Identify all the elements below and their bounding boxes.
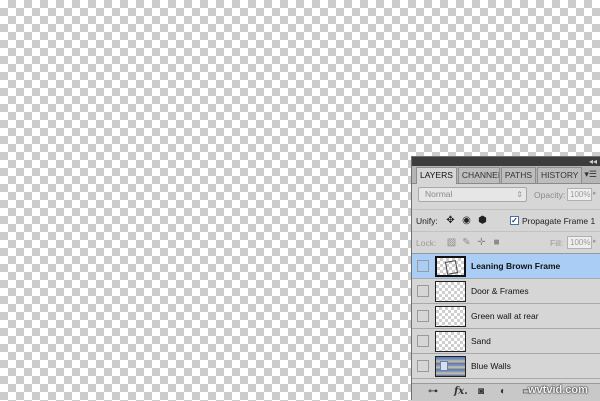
propagate-label: Propagate Frame 1 [522, 216, 596, 226]
layer-thumbnail[interactable] [435, 331, 466, 352]
select-arrows-icon: ⇕ [516, 190, 523, 199]
layer-name[interactable]: Blue Walls [471, 361, 511, 371]
panel-menu-icon[interactable]: ▾☰ [584, 168, 597, 180]
visibility-toggle[interactable] [417, 310, 429, 322]
opacity-slider-arrow-icon[interactable]: ▸ [593, 189, 597, 197]
unify-row: Unify: ✥ ◉ ⬢ ✓ Propagate Frame 1 [412, 209, 600, 231]
unify-visibility-icon[interactable]: ◉ [460, 214, 473, 227]
opacity-label: Opacity: [534, 190, 566, 200]
fx-icon[interactable]: fx. [454, 386, 468, 398]
lock-label: Lock: [416, 238, 437, 248]
fill-input[interactable]: 100% [567, 236, 592, 249]
propagate-checkbox[interactable]: ✓ [510, 216, 519, 225]
blend-mode-value: Normal [425, 189, 453, 199]
frame-shape-icon [444, 260, 459, 275]
layer-name[interactable]: Sand [471, 336, 491, 346]
double-chevron-icon[interactable]: ◂◂ [589, 157, 597, 166]
panel-tabs: LAYERS CHANNELS PATHS HISTORY ▾☰ [412, 166, 600, 184]
tab-history[interactable]: HISTORY [537, 167, 583, 183]
layer-row[interactable]: Leaning Brown Frame [412, 254, 600, 279]
visibility-toggle[interactable] [417, 335, 429, 347]
layer-mask-icon[interactable]: ◙ [478, 386, 484, 398]
layer-thumbnail[interactable] [435, 281, 466, 302]
layer-thumbnail[interactable] [435, 256, 466, 277]
tab-layers[interactable]: LAYERS [416, 167, 457, 184]
watermark: wvtvid.com [528, 384, 588, 396]
blend-mode-select[interactable]: Normal ⇕ [418, 187, 527, 202]
layers-list: Leaning Brown Frame Door & Frames Green … [412, 253, 600, 383]
lock-transparent-icon[interactable]: ▧ [446, 237, 457, 248]
tab-paths[interactable]: PATHS [500, 167, 536, 183]
tab-channels[interactable]: CHANNELS [457, 167, 500, 183]
adjustment-layer-icon[interactable]: ◐ [500, 386, 506, 398]
panel-title-bar[interactable]: ◂◂ [412, 157, 600, 166]
layer-name[interactable]: Leaning Brown Frame [471, 261, 560, 271]
layer-row[interactable]: Green wall at rear [412, 304, 600, 329]
layer-row[interactable]: Sand [412, 329, 600, 354]
unify-label: Unify: [416, 216, 438, 226]
visibility-toggle[interactable] [417, 360, 429, 372]
lock-position-icon[interactable]: ✛ [476, 237, 487, 248]
lock-row: Lock: ▧ ✎ ✛ ■ Fill: 100% ▸ [412, 231, 600, 253]
layer-row[interactable]: Blue Walls [412, 354, 600, 379]
layers-panel: ◂◂ LAYERS CHANNELS PATHS HISTORY ▾☰ Norm… [411, 156, 600, 401]
fill-slider-arrow-icon[interactable]: ▸ [593, 237, 597, 245]
layer-row[interactable]: Door & Frames [412, 279, 600, 304]
blend-row: Normal ⇕ Opacity: 100% ▸ [412, 185, 600, 207]
visibility-toggle[interactable] [417, 260, 429, 272]
lock-image-icon[interactable]: ✎ [461, 237, 472, 248]
visibility-toggle[interactable] [417, 285, 429, 297]
opacity-input[interactable]: 100% [567, 188, 592, 201]
layer-name[interactable]: Door & Frames [471, 286, 529, 296]
layer-name[interactable]: Green wall at rear [471, 311, 539, 321]
layer-thumbnail[interactable] [435, 306, 466, 327]
fill-label: Fill: [550, 238, 564, 248]
layer-thumbnail[interactable] [435, 356, 466, 377]
photo-detail [440, 361, 448, 371]
link-layers-icon[interactable]: ⊶ [428, 386, 438, 398]
unify-position-icon[interactable]: ✥ [444, 214, 457, 227]
unify-style-icon[interactable]: ⬢ [476, 214, 489, 227]
lock-all-icon[interactable]: ■ [491, 237, 502, 248]
